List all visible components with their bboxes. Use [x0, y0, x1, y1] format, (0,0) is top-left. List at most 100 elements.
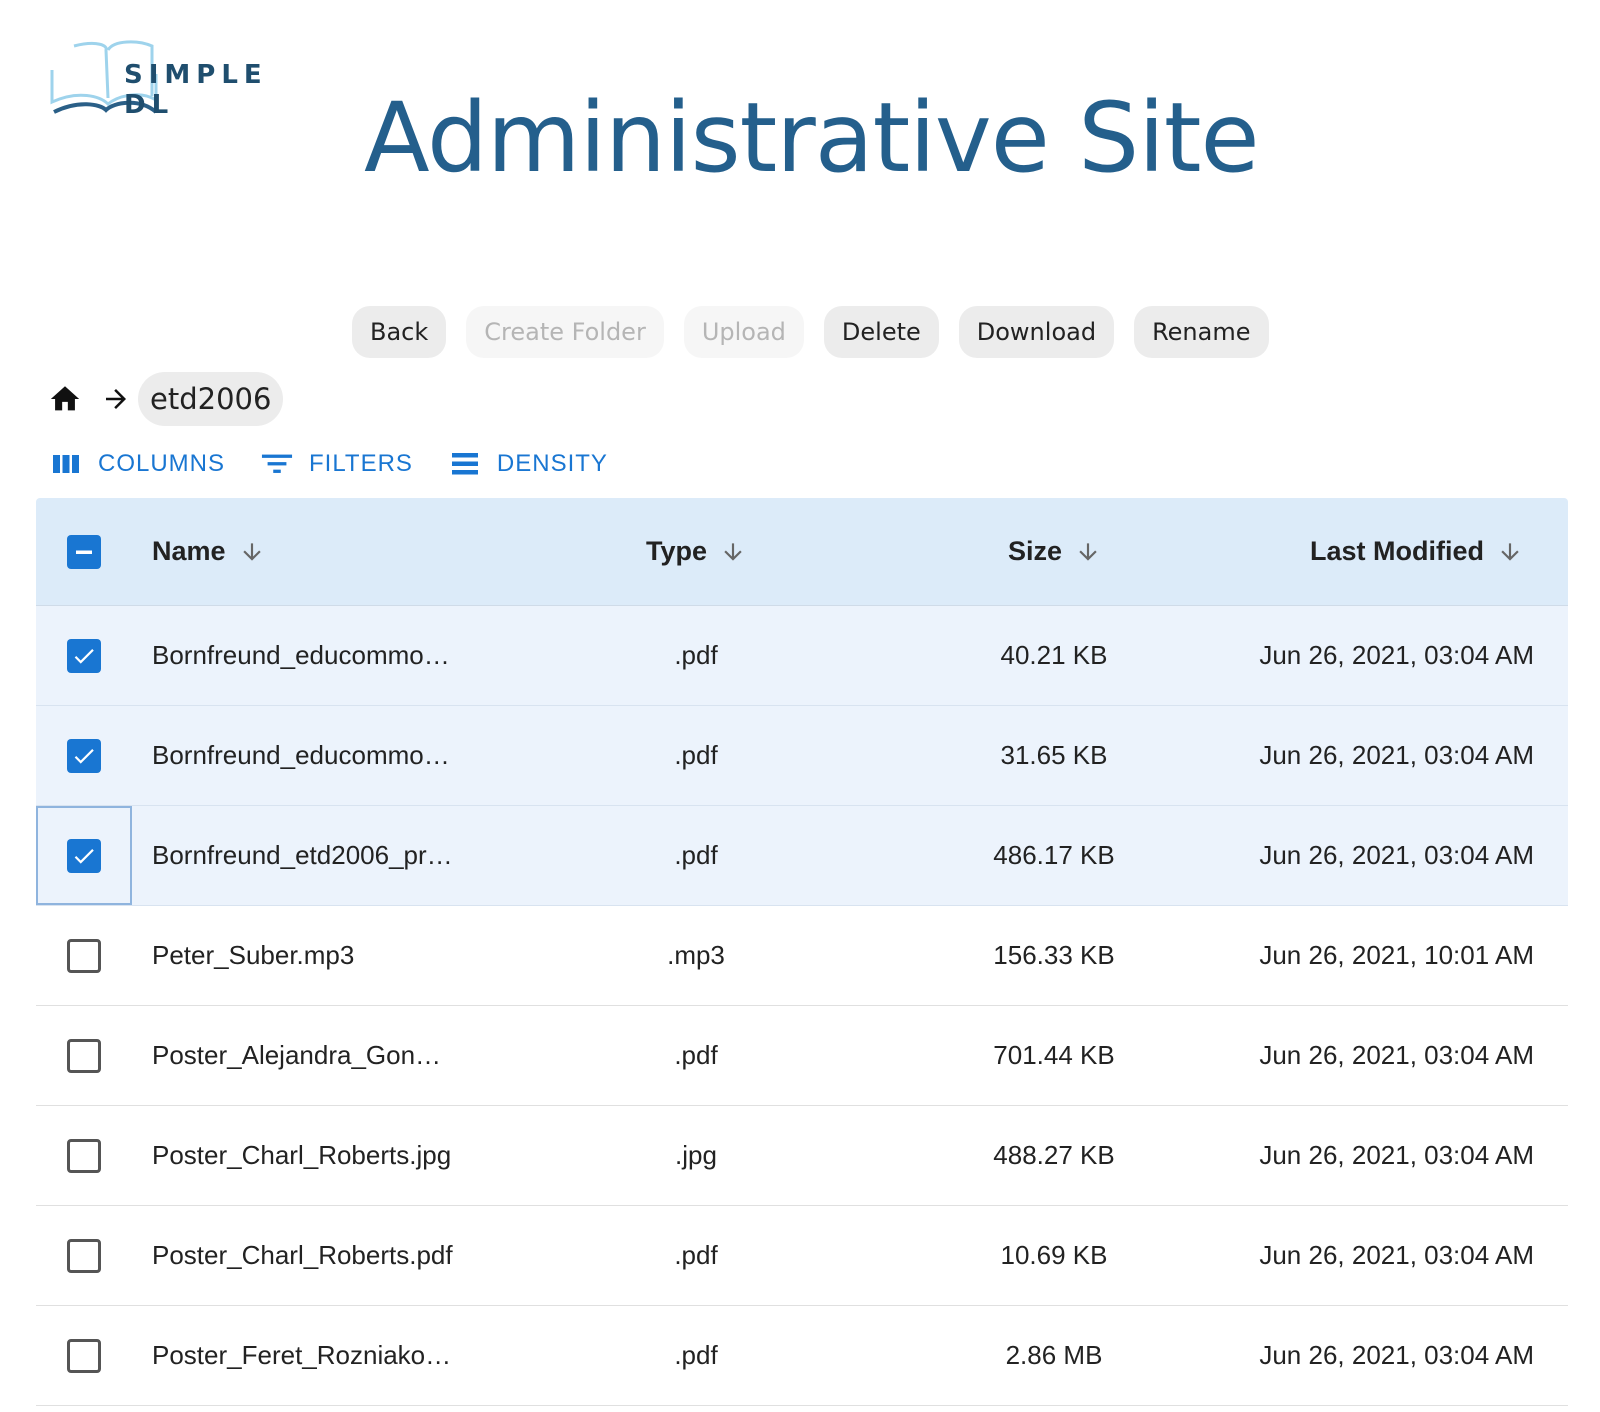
breadcrumb: etd2006 — [46, 372, 284, 426]
columns-button[interactable]: COLUMNS — [50, 448, 225, 480]
row-checkbox-cell — [36, 606, 132, 705]
file-last-modified: Jun 26, 2021, 10:01 AM — [1259, 940, 1534, 970]
table-row[interactable]: Poster_Charl_Roberts.jpg .jpg 488.27 KB … — [36, 1106, 1568, 1206]
row-checkbox-cell — [36, 1206, 132, 1305]
table-row[interactable]: Poster_Alejandra_Gon… .pdf 701.44 KB Jun… — [36, 1006, 1568, 1106]
row-checkbox-cell — [36, 1306, 132, 1405]
row-checkbox[interactable] — [67, 738, 101, 773]
sort-arrow-down-icon[interactable] — [1074, 538, 1102, 566]
action-bar: Back Create Folder Upload Delete Downloa… — [352, 306, 1269, 358]
filter-icon — [261, 448, 293, 480]
table-row[interactable]: Bornfreund_etd2006_pr… .pdf 486.17 KB Ju… — [36, 806, 1568, 906]
file-last-modified: Jun 26, 2021, 03:04 AM — [1259, 740, 1534, 770]
column-header-name[interactable]: Name — [152, 536, 266, 567]
file-type: .pdf — [674, 1040, 718, 1070]
file-table: Name Type Size Last Modified Bornfreund_… — [36, 498, 1568, 1406]
sort-arrow-down-icon[interactable] — [719, 538, 747, 566]
rename-button[interactable]: Rename — [1134, 306, 1269, 358]
file-size: 31.65 KB — [1000, 740, 1108, 770]
density-button[interactable]: DENSITY — [449, 448, 608, 480]
row-checkbox-cell — [36, 1006, 132, 1105]
file-name: Bornfreund_educommo… — [152, 740, 450, 770]
density-icon — [449, 448, 481, 480]
back-button[interactable]: Back — [352, 306, 447, 358]
logo-text: SIMPLE DL — [124, 60, 268, 120]
file-name: Bornfreund_educommo… — [152, 640, 450, 670]
file-last-modified: Jun 26, 2021, 03:04 AM — [1259, 1240, 1534, 1270]
row-checkbox[interactable] — [67, 938, 101, 973]
row-checkbox-cell — [36, 906, 132, 1005]
table-row[interactable]: Peter_Suber.mp3 .mp3 156.33 KB Jun 26, 2… — [36, 906, 1568, 1006]
file-type: .pdf — [674, 740, 718, 770]
row-checkbox[interactable] — [67, 1138, 101, 1173]
file-size: 701.44 KB — [993, 1040, 1115, 1070]
row-checkbox[interactable] — [67, 838, 101, 873]
logo: SIMPLE DL — [48, 40, 328, 120]
page-title: Administrative Site — [364, 82, 1260, 194]
create-folder-button[interactable]: Create Folder — [466, 306, 664, 358]
file-name: Peter_Suber.mp3 — [152, 940, 355, 970]
columns-label: COLUMNS — [98, 450, 226, 477]
column-header-size[interactable]: Size — [1008, 536, 1102, 567]
row-checkbox-cell — [36, 806, 132, 905]
select-all-cell — [36, 498, 132, 605]
density-label: DENSITY — [496, 450, 608, 477]
table-row[interactable]: Poster_Feret_Rozniako… .pdf 2.86 MB Jun … — [36, 1306, 1568, 1406]
file-size: 486.17 KB — [993, 840, 1115, 870]
table-header: Name Type Size Last Modified — [36, 498, 1568, 606]
download-button[interactable]: Download — [958, 306, 1115, 358]
home-icon[interactable] — [46, 380, 84, 418]
filters-label: FILTERS — [309, 450, 413, 477]
file-size: 2.86 MB — [1005, 1340, 1103, 1370]
file-name: Bornfreund_etd2006_pr… — [152, 840, 453, 870]
file-last-modified: Jun 26, 2021, 03:04 AM — [1259, 840, 1534, 870]
table-row[interactable]: Bornfreund_educommo… .pdf 40.21 KB Jun 2… — [36, 606, 1568, 706]
sort-arrow-down-icon[interactable] — [238, 538, 266, 566]
column-size-label: Size — [1008, 536, 1063, 566]
row-checkbox[interactable] — [67, 638, 101, 673]
select-all-checkbox[interactable] — [67, 534, 101, 569]
row-checkbox[interactable] — [67, 1338, 101, 1373]
file-size: 488.27 KB — [993, 1140, 1115, 1170]
file-size: 40.21 KB — [1000, 640, 1108, 670]
file-last-modified: Jun 26, 2021, 03:04 AM — [1259, 640, 1534, 670]
file-type: .pdf — [674, 840, 718, 870]
file-last-modified: Jun 26, 2021, 03:04 AM — [1259, 1140, 1534, 1170]
file-name: Poster_Charl_Roberts.jpg — [152, 1140, 452, 1170]
file-size: 10.69 KB — [1000, 1240, 1108, 1270]
file-name: Poster_Charl_Roberts.pdf — [152, 1240, 453, 1270]
column-header-last-modified[interactable]: Last Modified — [1310, 536, 1524, 567]
column-type-label: Type — [646, 536, 708, 566]
indeterminate-icon — [76, 550, 92, 554]
file-name: Poster_Feret_Rozniako… — [152, 1340, 452, 1370]
breadcrumb-current[interactable]: etd2006 — [138, 372, 284, 426]
column-modified-label: Last Modified — [1310, 536, 1484, 566]
checkmark-icon — [74, 848, 94, 864]
row-checkbox[interactable] — [67, 1038, 101, 1073]
filters-button[interactable]: FILTERS — [261, 448, 413, 480]
arrow-right-icon — [98, 381, 134, 417]
row-checkbox[interactable] — [67, 1238, 101, 1273]
row-checkbox-cell — [36, 706, 132, 805]
file-type: .pdf — [674, 1340, 718, 1370]
file-type: .pdf — [674, 1240, 718, 1270]
column-name-label: Name — [152, 536, 226, 566]
file-last-modified: Jun 26, 2021, 03:04 AM — [1259, 1340, 1534, 1370]
grid-toolbar: COLUMNS FILTERS DENSITY — [50, 448, 644, 480]
table-row[interactable]: Bornfreund_educommo… .pdf 31.65 KB Jun 2… — [36, 706, 1568, 806]
file-type: .pdf — [674, 640, 718, 670]
columns-icon — [50, 448, 82, 480]
column-header-type[interactable]: Type — [646, 536, 747, 567]
admin-page: SIMPLE DL Administrative Site Back Creat… — [0, 0, 1600, 1412]
file-type: .mp3 — [667, 940, 725, 970]
delete-button[interactable]: Delete — [823, 306, 939, 358]
row-checkbox-cell — [36, 1106, 132, 1205]
table-row[interactable]: Poster_Charl_Roberts.pdf .pdf 10.69 KB J… — [36, 1206, 1568, 1306]
file-size: 156.33 KB — [993, 940, 1115, 970]
checkmark-icon — [74, 748, 94, 764]
checkmark-icon — [74, 648, 94, 664]
upload-button[interactable]: Upload — [683, 306, 804, 358]
file-name: Poster_Alejandra_Gon… — [152, 1040, 442, 1070]
sort-arrow-down-icon[interactable] — [1496, 538, 1524, 566]
file-type: .jpg — [675, 1140, 717, 1170]
